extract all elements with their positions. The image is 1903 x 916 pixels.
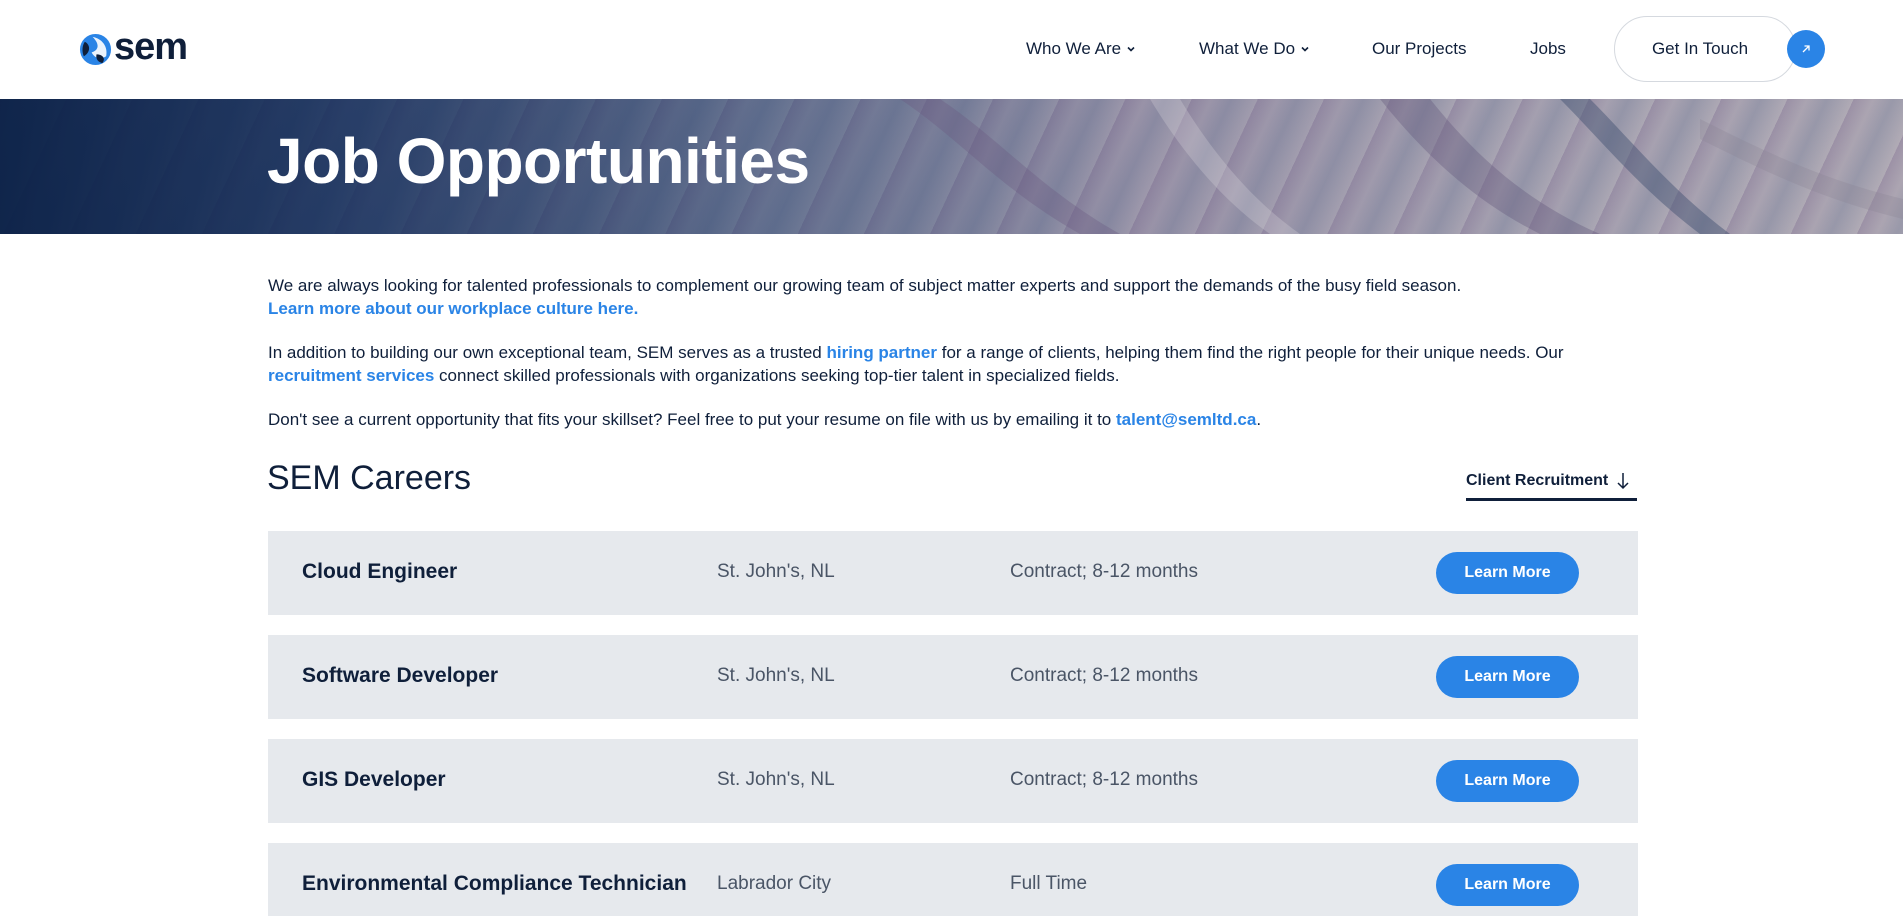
intro-text-1: We are always looking for talented profe… (268, 276, 1462, 295)
recruitment-services-link[interactable]: recruitment services (268, 366, 434, 385)
job-type: Contract; 8-12 months (1010, 665, 1198, 686)
learn-more-button[interactable]: Learn More (1436, 864, 1579, 906)
client-recruitment-tab[interactable]: Client Recruitment (1466, 468, 1637, 501)
intro-paragraph-3: Don't see a current opportunity that fit… (268, 408, 1668, 431)
nav-what-we-do-label: What We Do (1199, 39, 1296, 58)
job-location: St. John's, NL (717, 561, 835, 582)
sem-logo[interactable]: sem (79, 26, 188, 68)
get-in-touch-button[interactable]: Get In Touch (1614, 16, 1796, 82)
intro-text-2b: for a range of clients, helping them fin… (937, 343, 1564, 362)
nav-our-projects[interactable]: Our Projects (1372, 34, 1466, 64)
learn-more-button[interactable]: Learn More (1436, 760, 1579, 802)
page-title: Job Opportunities (267, 125, 810, 197)
job-type: Contract; 8-12 months (1010, 769, 1198, 790)
job-title: GIS Developer (302, 768, 446, 791)
job-title: Cloud Engineer (302, 560, 458, 583)
arrow-up-right-icon[interactable] (1787, 30, 1825, 68)
nav-jobs[interactable]: Jobs (1530, 34, 1566, 64)
job-row: Environmental Compliance Technician Labr… (268, 843, 1638, 916)
arrow-down-icon (1617, 473, 1629, 490)
workplace-culture-link[interactable]: Learn more about our workplace culture h… (268, 299, 638, 318)
nav-who-we-are-label: Who We Are (1026, 39, 1122, 58)
job-title: Environmental Compliance Technician (302, 872, 687, 895)
learn-more-button[interactable]: Learn More (1436, 656, 1579, 698)
job-row: Cloud Engineer St. John's, NL Contract; … (268, 531, 1638, 615)
nav-who-we-are[interactable]: Who We Are (1026, 34, 1136, 64)
intro-paragraph-2: In addition to building our own exceptio… (268, 341, 1668, 387)
job-row: Software Developer St. John's, NL Contra… (268, 635, 1638, 719)
site-header: sem Who We Are What We Do Our Projects J… (0, 0, 1903, 99)
talent-email-link[interactable]: talent@semltd.ca (1116, 410, 1256, 429)
job-type: Full Time (1010, 873, 1088, 894)
intro-text-2a: In addition to building our own exceptio… (268, 343, 827, 362)
hiring-partner-link[interactable]: hiring partner (826, 343, 937, 362)
job-location: St. John's, NL (717, 665, 835, 686)
get-in-touch-label: Get In Touch (1651, 39, 1749, 58)
job-title: Software Developer (302, 664, 499, 687)
hero-banner: Job Opportunities (0, 99, 1903, 234)
logo-wordmark: sem (114, 26, 188, 68)
careers-heading: SEM Careers (267, 459, 472, 497)
intro-paragraph-1: We are always looking for talented profe… (268, 274, 1668, 320)
nav-what-we-do[interactable]: What We Do (1199, 34, 1310, 64)
intro-text-3a: Don't see a current opportunity that fit… (268, 410, 1116, 429)
chevron-down-icon (1127, 46, 1135, 52)
globe-logo-icon (79, 33, 112, 65)
intro-text-2c: connect skilled professionals with organ… (434, 366, 1120, 385)
job-type: Contract; 8-12 months (1010, 561, 1198, 582)
job-location: Labrador City (717, 873, 832, 894)
chevron-down-icon (1301, 46, 1309, 52)
client-recruitment-label: Client Recruitment (1466, 472, 1609, 489)
intro-text-3b: . (1256, 410, 1262, 429)
job-location: St. John's, NL (717, 769, 835, 790)
learn-more-button[interactable]: Learn More (1436, 552, 1579, 594)
job-row: GIS Developer St. John's, NL Contract; 8… (268, 739, 1638, 823)
